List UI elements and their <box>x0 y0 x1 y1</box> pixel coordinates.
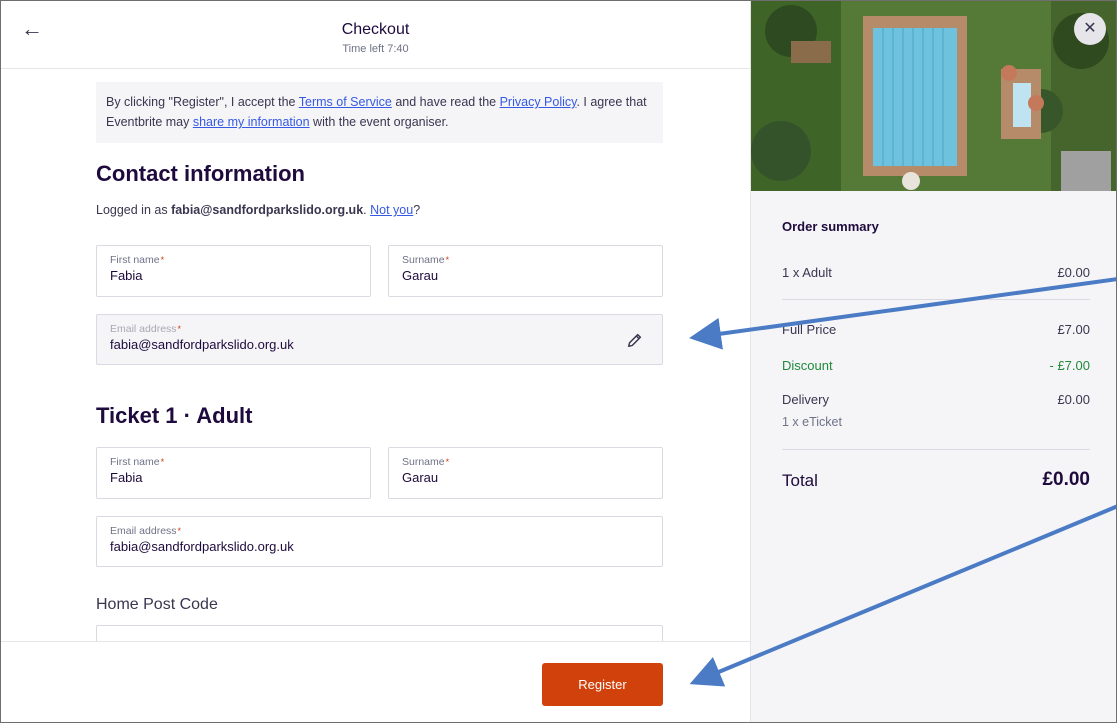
logged-prefix: Logged in as <box>96 203 172 217</box>
checkout-form-panel: ← Checkout Time left 7:40 By clicking "R… <box>1 1 750 722</box>
delivery-row: Delivery £0.00 <box>782 392 1090 407</box>
delivery-note: 1 x eTicket <box>782 415 842 429</box>
ticket-first-name-field[interactable]: First name* Fabia <box>96 447 371 499</box>
field-label: Email address* <box>110 525 649 538</box>
full-price-label: Full Price <box>782 322 837 337</box>
terms-notice: By clicking "Register", I accept the Ter… <box>96 82 663 143</box>
line-item-price: £0.00 <box>1057 265 1090 280</box>
discount-row: Discount - £7.00 <box>782 358 1090 373</box>
page-title: Checkout <box>341 21 410 38</box>
post-code-heading: Home Post Code <box>96 596 218 613</box>
not-you-link[interactable]: Not you <box>370 203 413 217</box>
full-price-row: Full Price £7.00 <box>782 322 1090 337</box>
field-value[interactable]: Garau <box>402 267 649 285</box>
time-left: Time left 7:40 <box>342 43 409 55</box>
register-button[interactable]: Register <box>542 663 663 706</box>
logged-in-text: Logged in as fabia@sandfordparkslido.org… <box>96 203 420 217</box>
field-label: Surname* <box>402 456 649 469</box>
label-text: Surname <box>402 456 445 468</box>
label-text: Email address <box>110 323 177 335</box>
label-text: First name <box>110 254 160 266</box>
order-summary-panel: ✕ Order summary 1 x Adult £0.00 Full Pri… <box>750 1 1116 722</box>
field-label: First name* <box>110 254 357 267</box>
ticket-heading: Ticket 1 · Adult <box>96 403 253 428</box>
full-price-value: £7.00 <box>1057 322 1090 337</box>
label-text: Surname <box>402 254 445 266</box>
order-summary-title: Order summary <box>782 219 879 234</box>
delivery-value: £0.00 <box>1057 392 1090 407</box>
delivery-label: Delivery <box>782 392 829 407</box>
logged-suffix: ? <box>413 203 421 217</box>
field-label: Surname* <box>402 254 649 267</box>
checkout-window: ← Checkout Time left 7:40 By clicking "R… <box>0 0 1117 723</box>
divider <box>782 449 1090 450</box>
discount-value: - £7.00 <box>1049 358 1090 373</box>
divider <box>782 299 1090 300</box>
contact-surname-field[interactable]: Surname* Garau <box>388 245 663 297</box>
event-photo <box>751 1 1116 191</box>
notice-text: By clicking "Register", I accept the <box>106 95 299 109</box>
logged-email: fabia@sandfordparkslido.org.uk <box>171 203 364 217</box>
ticket-surname-field[interactable]: Surname* Garau <box>388 447 663 499</box>
total-value: £0.00 <box>1042 469 1090 490</box>
required-mark: * <box>445 255 450 265</box>
pencil-icon[interactable] <box>626 331 644 349</box>
total-label: Total <box>782 471 818 490</box>
field-value[interactable]: Fabia <box>110 469 357 487</box>
privacy-policy-link[interactable]: Privacy Policy <box>500 95 577 109</box>
line-item-label: 1 x Adult <box>782 265 832 280</box>
notice-text: with the event organiser. <box>309 115 449 129</box>
notice-text: and have read the <box>391 95 500 109</box>
required-mark: * <box>445 457 450 467</box>
field-value[interactable]: fabia@sandfordparkslido.org.uk <box>110 538 649 556</box>
contact-email-field: Email address* fabia@sandfordparkslido.o… <box>96 314 663 365</box>
line-item-row: 1 x Adult £0.00 <box>782 265 1090 280</box>
close-icon[interactable]: ✕ <box>1074 13 1106 45</box>
label-text: First name <box>110 456 160 468</box>
checkout-footer: Register <box>1 641 750 722</box>
discount-label: Discount <box>782 358 833 373</box>
field-value: fabia@sandfordparkslido.org.uk <box>110 337 294 352</box>
required-mark: * <box>177 526 182 536</box>
share-information-link[interactable]: share my information <box>193 115 310 129</box>
field-value[interactable]: Fabia <box>110 267 357 285</box>
required-mark: * <box>160 255 165 265</box>
field-label: First name* <box>110 456 357 469</box>
required-mark: * <box>177 324 182 334</box>
checkout-header: ← Checkout Time left 7:40 <box>1 1 750 69</box>
contact-heading: Contact information <box>96 161 305 186</box>
required-mark: * <box>160 457 165 467</box>
contact-first-name-field[interactable]: First name* Fabia <box>96 245 371 297</box>
label-text: Email address <box>110 525 177 537</box>
field-label: Email address* <box>110 323 649 336</box>
field-value[interactable]: Garau <box>402 469 649 487</box>
ticket-email-field[interactable]: Email address* fabia@sandfordparkslido.o… <box>96 516 663 567</box>
terms-of-service-link[interactable]: Terms of Service <box>299 95 392 109</box>
total-row: Total £0.00 <box>782 469 1090 491</box>
